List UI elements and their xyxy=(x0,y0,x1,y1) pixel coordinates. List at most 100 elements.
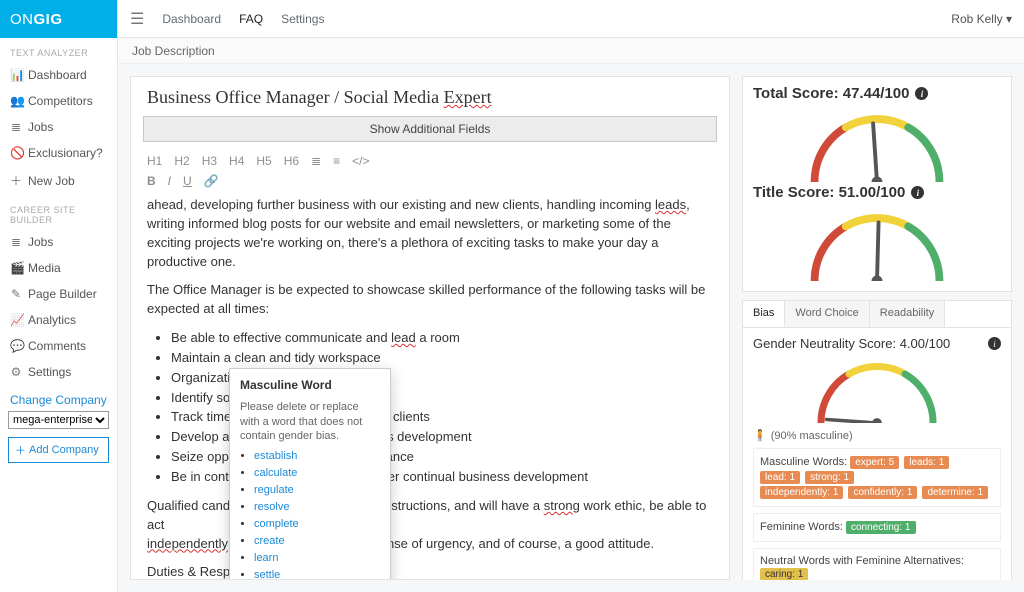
title-score-gauge xyxy=(753,201,1001,283)
suggestion-link[interactable]: settle xyxy=(254,569,280,579)
jobs-icon: ≣ xyxy=(10,235,22,249)
user-menu[interactable]: Rob Kelly ▾ xyxy=(951,12,1012,26)
sidebar-item-label: Page Builder xyxy=(28,287,97,301)
h2-button[interactable]: H2 xyxy=(174,154,189,168)
add-company-button[interactable]: ＋Add Company xyxy=(8,437,109,463)
word-tag[interactable]: leads: 1 xyxy=(904,456,949,469)
sidebar-item-competitors[interactable]: 👥Competitors xyxy=(0,88,117,114)
flagged-word[interactable]: independently xyxy=(147,536,228,551)
sidebar-item-label: Analytics xyxy=(28,313,76,327)
list-item: Be able to effective communicate and lea… xyxy=(171,329,713,348)
sidebar-item-exclusionary[interactable]: 🚫Exclusionary? xyxy=(0,140,117,166)
info-icon[interactable]: i xyxy=(911,186,924,199)
h4-button[interactable]: H4 xyxy=(229,154,244,168)
italic-icon[interactable]: I xyxy=(168,174,171,188)
show-additional-button[interactable]: Show Additional Fields xyxy=(143,116,717,142)
bold-icon[interactable]: B xyxy=(147,174,156,188)
editor-panel: Business Office Manager / Social Media E… xyxy=(130,76,730,580)
h6-button[interactable]: H6 xyxy=(284,154,299,168)
info-icon[interactable]: i xyxy=(915,87,928,100)
word-tag[interactable]: confidently: 1 xyxy=(848,486,917,499)
topnav-dashboard[interactable]: Dashboard xyxy=(162,12,221,26)
info-icon[interactable]: i xyxy=(988,337,1001,350)
gender-percentage: 🧍(90% masculine) xyxy=(753,429,1001,442)
suggestion-link[interactable]: calculate xyxy=(254,467,297,479)
suggestion-link[interactable]: regulate xyxy=(254,484,294,496)
topnav-faq[interactable]: FAQ xyxy=(239,12,263,26)
comments-icon: 💬 xyxy=(10,339,22,353)
ul-icon[interactable]: ≣ xyxy=(311,154,321,168)
sidebar-item-csb-jobs[interactable]: ≣Jobs xyxy=(0,229,117,255)
sidebar-item-label: Dashboard xyxy=(28,68,87,82)
sidebar-item-comments[interactable]: 💬 Comments xyxy=(0,333,117,359)
word-tag[interactable]: strong: 1 xyxy=(805,471,854,484)
tab-wordchoice[interactable]: Word Choice xyxy=(785,301,869,327)
editor-body[interactable]: ahead, developing further business with … xyxy=(131,190,729,579)
editor-toolbar: H1 H2 H3 H4 H5 H6 ≣ ≡ </> xyxy=(131,150,729,170)
dashboard-icon: 📊 xyxy=(10,68,22,82)
job-title[interactable]: Business Office Manager / Social Media E… xyxy=(131,77,729,116)
gender-gauge xyxy=(753,351,1001,425)
sidebar: ONGIG TEXT ANALYZER 📊 Dashboard 👥Competit… xyxy=(0,0,118,592)
code-icon[interactable]: </> xyxy=(352,154,369,168)
word-tag[interactable]: lead: 1 xyxy=(760,471,800,484)
link-icon[interactable]: 🔗 xyxy=(204,174,219,188)
neutral-words-block: Neutral Words with Feminine Alternatives… xyxy=(753,548,1001,580)
popover-message: Please delete or replace with a word tha… xyxy=(240,400,380,443)
suggestion-link[interactable]: create xyxy=(254,535,285,547)
media-icon: 🎬 xyxy=(10,261,22,275)
breadcrumb: Job Description xyxy=(118,38,1024,64)
gear-icon: ⚙ xyxy=(10,365,22,379)
ol-icon[interactable]: ≡ xyxy=(333,154,340,168)
sidebar-section-title: TEXT ANALYZER xyxy=(0,38,117,62)
sidebar-item-label: Comments xyxy=(28,339,86,353)
job-title-text: Business Office Manager / Social Media xyxy=(147,87,444,107)
word-tag[interactable]: connecting: 1 xyxy=(846,521,916,534)
tab-bias[interactable]: Bias xyxy=(743,301,785,327)
tab-readability[interactable]: Readability xyxy=(870,301,945,327)
masculine-words-block: Masculine Words: expert: 5 leads: 1 lead… xyxy=(753,448,1001,507)
h5-button[interactable]: H5 xyxy=(256,154,271,168)
sidebar-item-media[interactable]: 🎬 Media xyxy=(0,255,117,281)
menu-icon[interactable]: ☰ xyxy=(130,9,144,29)
page-icon: ✎ xyxy=(10,287,22,301)
word-tag[interactable]: independently: 1 xyxy=(760,486,843,499)
sidebar-item-label: Media xyxy=(28,261,61,275)
brand-part1: ON xyxy=(10,11,34,28)
flagged-word[interactable]: leads xyxy=(655,197,686,212)
suggestion-link[interactable]: complete xyxy=(254,518,299,530)
h3-button[interactable]: H3 xyxy=(202,154,217,168)
sidebar-item-jobs[interactable]: ≣Jobs xyxy=(0,114,117,140)
word-tag[interactable]: expert: 5 xyxy=(850,456,899,469)
total-score-title: Total Score: 47.44/100 i xyxy=(753,85,1001,102)
change-company-link[interactable]: Change Company xyxy=(0,385,117,411)
suggestion-link[interactable]: learn xyxy=(254,552,278,564)
sidebar-section-title: CAREER SITE BUILDER xyxy=(0,195,117,229)
sidebar-item-label: Exclusionary? xyxy=(28,146,103,160)
sidebar-item-dashboard[interactable]: 📊 Dashboard xyxy=(0,62,117,88)
brand-logo: ONGIG xyxy=(0,0,117,38)
word-tag[interactable]: determine: 1 xyxy=(922,486,988,499)
flagged-word[interactable]: lead xyxy=(391,330,416,345)
company-select[interactable]: mega-enterprises xyxy=(8,411,109,429)
flagged-word[interactable]: strong xyxy=(544,498,580,513)
flagged-word[interactable]: Expert xyxy=(444,87,492,107)
analysis-tabs: Bias Word Choice Readability xyxy=(742,300,1012,328)
title-score-title: Title Score: 51.00/100 i xyxy=(753,184,1001,201)
topnav-settings[interactable]: Settings xyxy=(281,12,324,26)
sidebar-item-pagebuilder[interactable]: ✎ Page Builder xyxy=(0,281,117,307)
add-company-label: Add Company xyxy=(29,444,99,456)
sidebar-item-newjob[interactable]: ＋New Job xyxy=(0,166,117,195)
word-tag[interactable]: caring: 1 xyxy=(760,568,808,580)
competitors-icon: 👥 xyxy=(10,94,22,108)
gender-neutrality-title: Gender Neutrality Score: 4.00/100 i xyxy=(753,336,1001,351)
suggestion-link[interactable]: resolve xyxy=(254,501,289,513)
sidebar-item-analytics[interactable]: 📈Analytics xyxy=(0,307,117,333)
h1-button[interactable]: H1 xyxy=(147,154,162,168)
sidebar-item-settings[interactable]: ⚙Settings xyxy=(0,359,117,385)
total-score-gauge xyxy=(753,102,1001,184)
underline-icon[interactable]: U xyxy=(183,174,192,188)
brand-part2: GIG xyxy=(34,11,63,28)
user-name: Rob Kelly xyxy=(951,12,1002,26)
suggestion-link[interactable]: establish xyxy=(254,450,297,462)
